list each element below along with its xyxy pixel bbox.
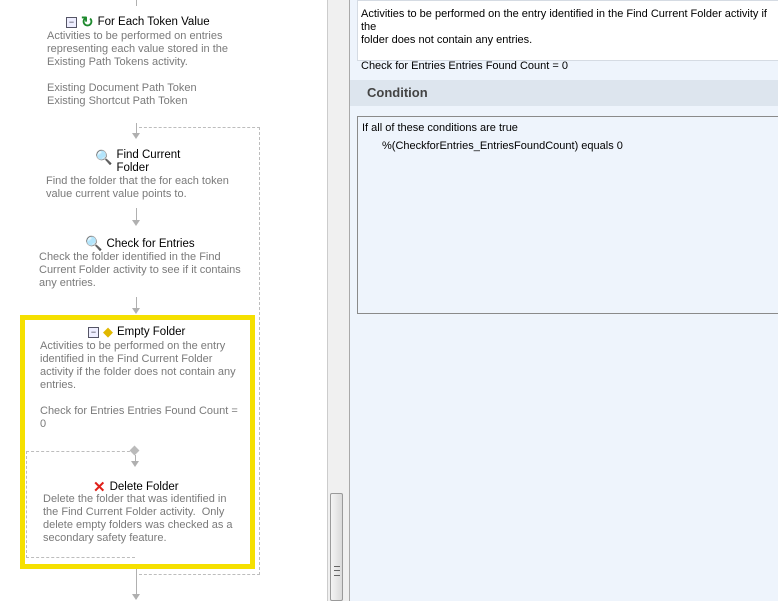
grip-icon: [334, 566, 340, 576]
activity-description: Activities to be performed on entries re…: [47, 30, 229, 107]
activity-description: Check the folder identified in the Find …: [39, 251, 241, 289]
workflow-designer[interactable]: − ↻ For Each Token Value Activities to b…: [0, 0, 327, 601]
arrow-icon: [132, 594, 140, 600]
condition-header: Condition: [350, 80, 778, 106]
connector: [136, 0, 137, 6]
collapse-icon[interactable]: −: [66, 16, 77, 28]
activity-title: Check for Entries: [106, 237, 195, 250]
collapse-icon[interactable]: −: [88, 326, 99, 338]
activity-for-each-token-value[interactable]: − ↻ For Each Token Value: [66, 13, 210, 31]
binoculars-icon: 🔍: [85, 235, 103, 251]
activity-title: For Each Token Value: [97, 16, 210, 28]
loop-icon: ↻: [81, 14, 94, 31]
properties-pane: Activities to be performed on the entry …: [350, 0, 778, 601]
activity-title: Delete Folder: [109, 481, 179, 493]
condition-rule[interactable]: %(CheckforEntries_EntriesFoundCount) equ…: [362, 140, 774, 152]
arrow-icon: [131, 461, 139, 467]
activity-description: Activities to be performed on the entry …: [40, 340, 238, 430]
activity-empty-folder-selected[interactable]: − ◆ Empty Folder Activities to be perfor…: [20, 315, 255, 569]
condition-box[interactable]: If all of these conditions are true %(Ch…: [357, 116, 778, 314]
activity-title: Find Current Folder: [116, 149, 181, 174]
activity-find-current-folder[interactable]: 🔍 Find Current Folder: [95, 149, 180, 175]
activity-check-for-entries[interactable]: 🔍 Check for Entries: [85, 235, 195, 252]
condition-diamond-icon: ◆: [103, 324, 113, 339]
scrollbar-thumb[interactable]: [330, 493, 343, 601]
arrow-icon: [132, 220, 140, 226]
binoculars-icon: 🔍: [95, 149, 113, 165]
description-box[interactable]: Activities to be performed on the entry …: [357, 0, 778, 72]
arrow-icon: [132, 308, 140, 314]
activity-empty-folder-header[interactable]: − ◆ Empty Folder: [88, 324, 185, 340]
activity-description: Find the folder that the for each token …: [46, 175, 229, 200]
condition-summary: If all of these conditions are true: [362, 122, 518, 134]
activity-title: Empty Folder: [117, 326, 186, 338]
activity-description: Delete the folder that was identified in…: [43, 493, 233, 544]
